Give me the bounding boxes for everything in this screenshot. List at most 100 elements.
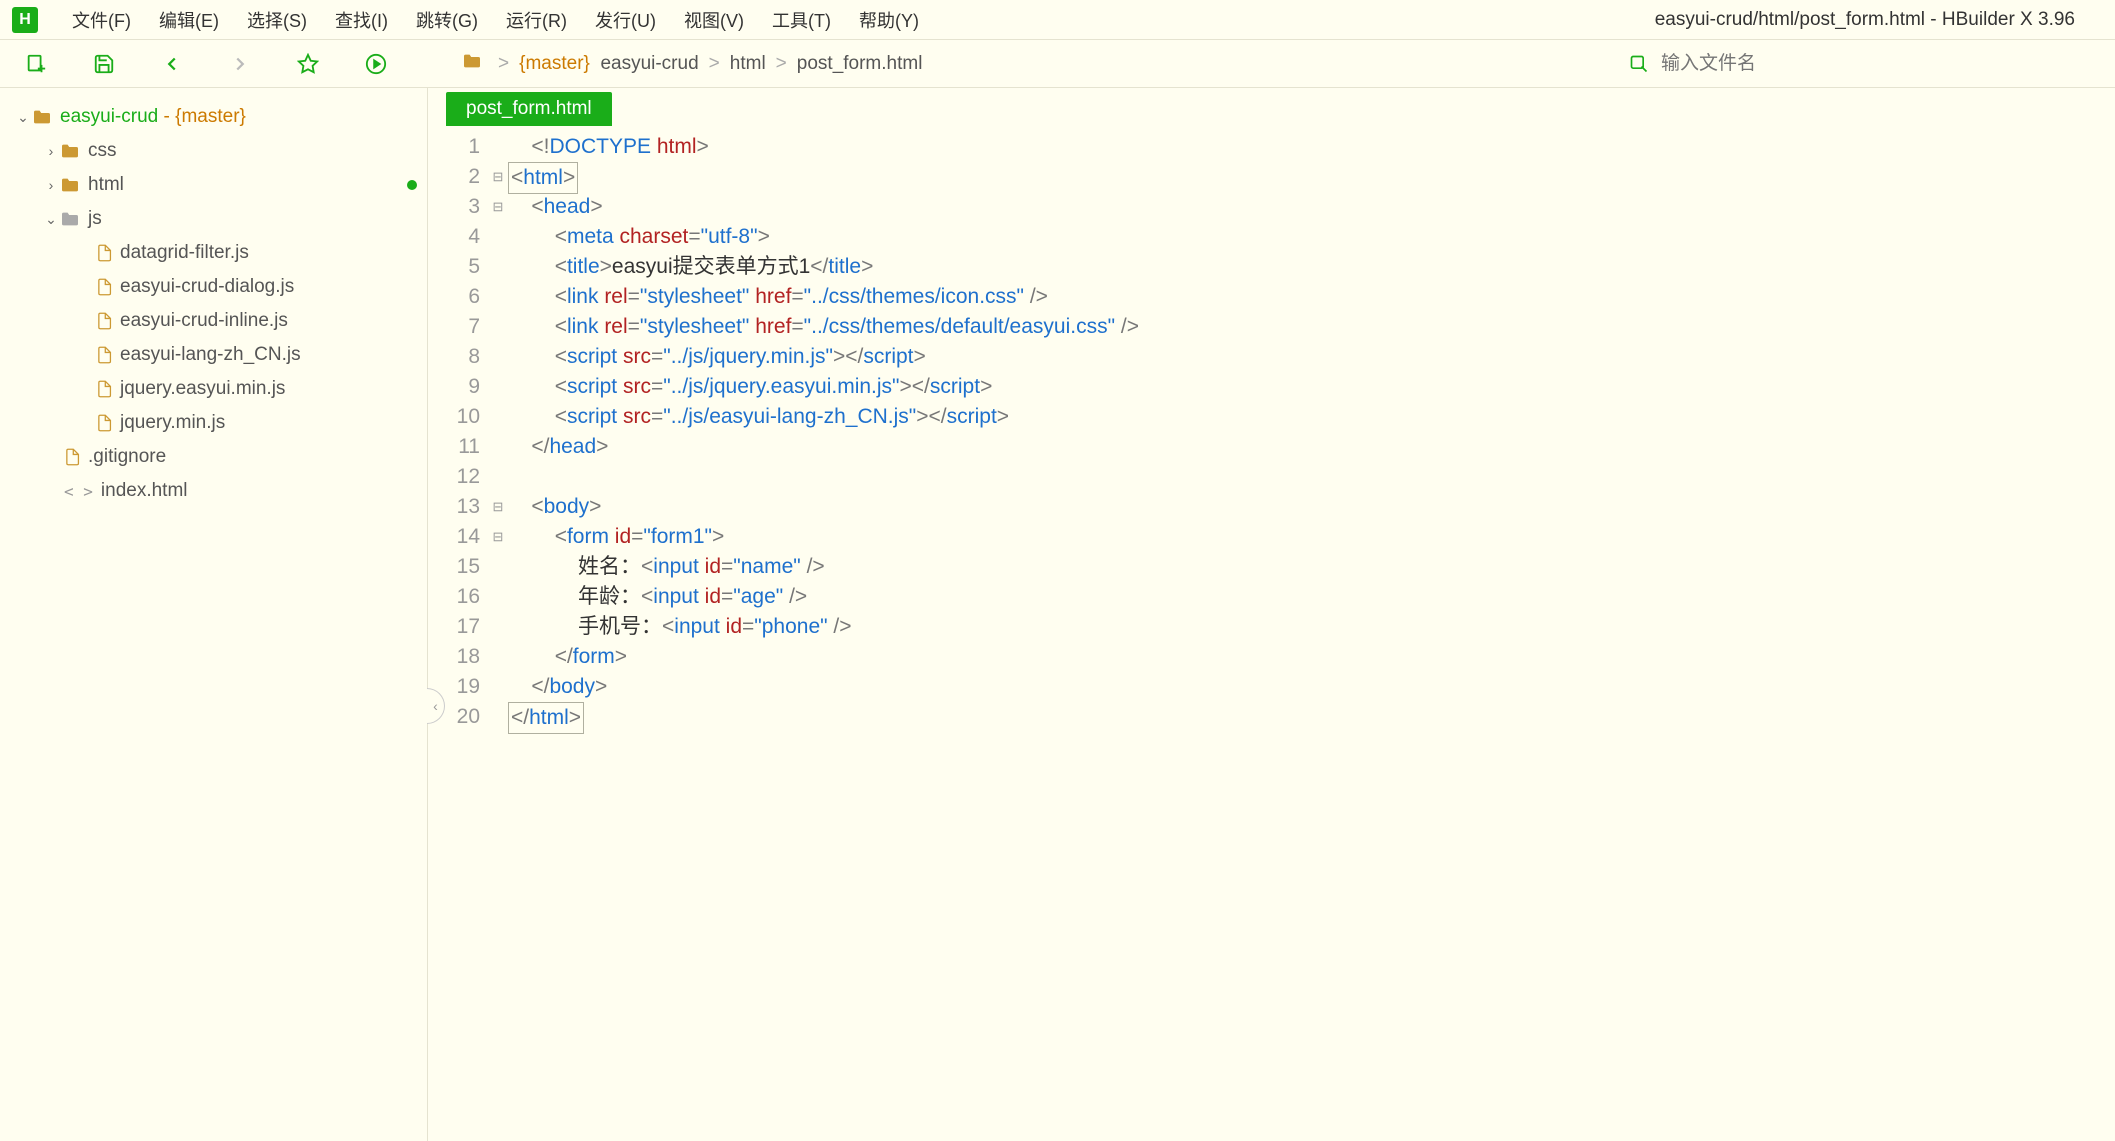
code-line[interactable]: <head>	[508, 192, 2115, 222]
menu-item[interactable]: 跳转(G)	[402, 7, 492, 33]
fold-marker	[488, 132, 508, 162]
fold-marker	[488, 702, 508, 732]
tree-folder[interactable]: ⌄ js	[0, 202, 427, 236]
fold-marker	[488, 222, 508, 252]
code-line[interactable]: <html>	[508, 162, 2115, 192]
search-input[interactable]	[1661, 53, 1801, 75]
menu-item[interactable]: 查找(I)	[321, 7, 402, 33]
code-line[interactable]: <body>	[508, 492, 2115, 522]
star-icon[interactable]	[286, 48, 330, 80]
file-icon	[64, 448, 80, 466]
project-explorer[interactable]: ⌄ easyui-crud - {master} ›css›html ⌄ js dat…	[0, 88, 428, 1141]
code-line[interactable]: </body>	[508, 672, 2115, 702]
menu-item[interactable]: 选择(S)	[233, 7, 321, 33]
tree-folder-label: js	[88, 208, 102, 230]
menu-item[interactable]: 发行(U)	[581, 7, 670, 33]
file-icon	[96, 312, 112, 330]
tree-file-label: jquery.easyui.min.js	[120, 378, 285, 400]
breadcrumb: > {master} easyui-crud > html > post_for…	[462, 53, 922, 75]
chevron-down-icon[interactable]: ⌄	[14, 109, 32, 126]
code-line[interactable]: <!DOCTYPE html>	[508, 132, 2115, 162]
new-file-icon[interactable]	[14, 48, 58, 80]
back-icon[interactable]	[150, 48, 194, 80]
breadcrumb-separator: >	[699, 53, 730, 75]
fold-marker[interactable]: ⊟	[488, 162, 508, 192]
fold-marker	[488, 672, 508, 702]
tree-folder[interactable]: ›css	[0, 134, 427, 168]
tree-file[interactable]: datagrid-filter.js	[0, 236, 427, 270]
code-line[interactable]: <link rel="stylesheet" href="../css/them…	[508, 312, 2115, 342]
menu-bar: H 文件(F)编辑(E)选择(S)查找(I)跳转(G)运行(R)发行(U)视图(…	[0, 0, 2115, 40]
code-line[interactable]: 姓名：<input id="name" />	[508, 552, 2115, 582]
breadcrumb-separator: >	[488, 53, 519, 75]
editor-tab[interactable]: post_form.html	[446, 92, 612, 126]
line-gutter: 1234567891011121314151617181920	[428, 132, 488, 1141]
code-line[interactable]: 手机号：<input id="phone" />	[508, 612, 2115, 642]
fold-marker	[488, 582, 508, 612]
tree-file-label: easyui-crud-inline.js	[120, 310, 288, 332]
code-line[interactable]: <title>easyui提交表单方式1</title>	[508, 252, 2115, 282]
tree-file[interactable]: easyui-crud-dialog.js	[0, 270, 427, 304]
menu-item[interactable]: 视图(V)	[670, 7, 758, 33]
chevron-right-icon[interactable]: ›	[42, 177, 60, 193]
code-line[interactable]: </html>	[508, 702, 2115, 732]
tree-file[interactable]: jquery.min.js	[0, 406, 427, 440]
file-icon	[96, 244, 112, 262]
code-editor[interactable]: 1234567891011121314151617181920 ⊟⊟⊟⊟ <!D…	[428, 126, 2115, 1141]
code-line[interactable]: <meta charset="utf-8">	[508, 222, 2115, 252]
code-line[interactable]: <form id="form1">	[508, 522, 2115, 552]
fold-marker[interactable]: ⊟	[488, 192, 508, 222]
save-icon[interactable]	[82, 48, 126, 80]
code-content[interactable]: <!DOCTYPE html><html> <head> <meta chars…	[508, 132, 2115, 1141]
tree-file[interactable]: easyui-lang-zh_CN.js	[0, 338, 427, 372]
code-line[interactable]: </form>	[508, 642, 2115, 672]
fold-marker	[488, 642, 508, 672]
fold-marker[interactable]: ⊟	[488, 522, 508, 552]
fold-marker[interactable]: ⊟	[488, 492, 508, 522]
tree-file[interactable]: easyui-crud-inline.js	[0, 304, 427, 338]
tree-branch-label: - {master}	[164, 106, 246, 128]
code-line[interactable]: <script src="../js/jquery.easyui.min.js"…	[508, 372, 2115, 402]
code-line[interactable]: <script src="../js/jquery.min.js"></scri…	[508, 342, 2115, 372]
breadcrumb-part[interactable]: easyui-crud	[600, 53, 698, 75]
code-line[interactable]: <link rel="stylesheet" href="../css/them…	[508, 282, 2115, 312]
fold-column[interactable]: ⊟⊟⊟⊟	[488, 132, 508, 1141]
code-line[interactable]: </head>	[508, 432, 2115, 462]
menu-item[interactable]: 编辑(E)	[145, 7, 233, 33]
file-search[interactable]	[1629, 53, 2101, 75]
tree-file-label: easyui-crud-dialog.js	[120, 276, 294, 298]
tree-file[interactable]: < > index.html	[0, 474, 427, 508]
tree-file-label: index.html	[101, 480, 188, 502]
folder-icon	[60, 211, 80, 227]
menu-item[interactable]: 运行(R)	[492, 7, 581, 33]
tree-root[interactable]: ⌄ easyui-crud - {master}	[0, 100, 427, 134]
chevron-right-icon[interactable]: ›	[42, 143, 60, 159]
breadcrumb-part[interactable]: html	[730, 53, 766, 75]
app-logo: H	[12, 7, 38, 33]
menu-item[interactable]: 帮助(Y)	[845, 7, 933, 33]
menu-item[interactable]: 文件(F)	[58, 7, 145, 33]
breadcrumb-branch: {master}	[519, 53, 590, 75]
fold-marker	[488, 342, 508, 372]
fold-marker	[488, 252, 508, 282]
code-line[interactable]: 年龄：<input id="age" />	[508, 582, 2115, 612]
html-file-icon: < >	[64, 482, 93, 501]
forward-icon[interactable]	[218, 48, 262, 80]
folder-icon	[60, 143, 80, 159]
tree-file[interactable]: .gitignore	[0, 440, 427, 474]
tree-file[interactable]: jquery.easyui.min.js	[0, 372, 427, 406]
toolbar: > {master} easyui-crud > html > post_for…	[0, 40, 2115, 88]
code-line[interactable]	[508, 462, 2115, 492]
tree-folder[interactable]: ›html	[0, 168, 427, 202]
chevron-down-icon[interactable]: ⌄	[42, 211, 60, 228]
code-line[interactable]: <script src="../js/easyui-lang-zh_CN.js"…	[508, 402, 2115, 432]
breadcrumb-part[interactable]: post_form.html	[797, 53, 923, 75]
fold-marker	[488, 462, 508, 492]
tree-root-label: easyui-crud	[60, 106, 158, 128]
window-title: easyui-crud/html/post_form.html - HBuild…	[1655, 9, 2115, 31]
breadcrumb-separator: >	[766, 53, 797, 75]
menu-item[interactable]: 工具(T)	[758, 7, 845, 33]
file-icon	[96, 346, 112, 364]
run-icon[interactable]	[354, 48, 398, 80]
fold-marker	[488, 552, 508, 582]
